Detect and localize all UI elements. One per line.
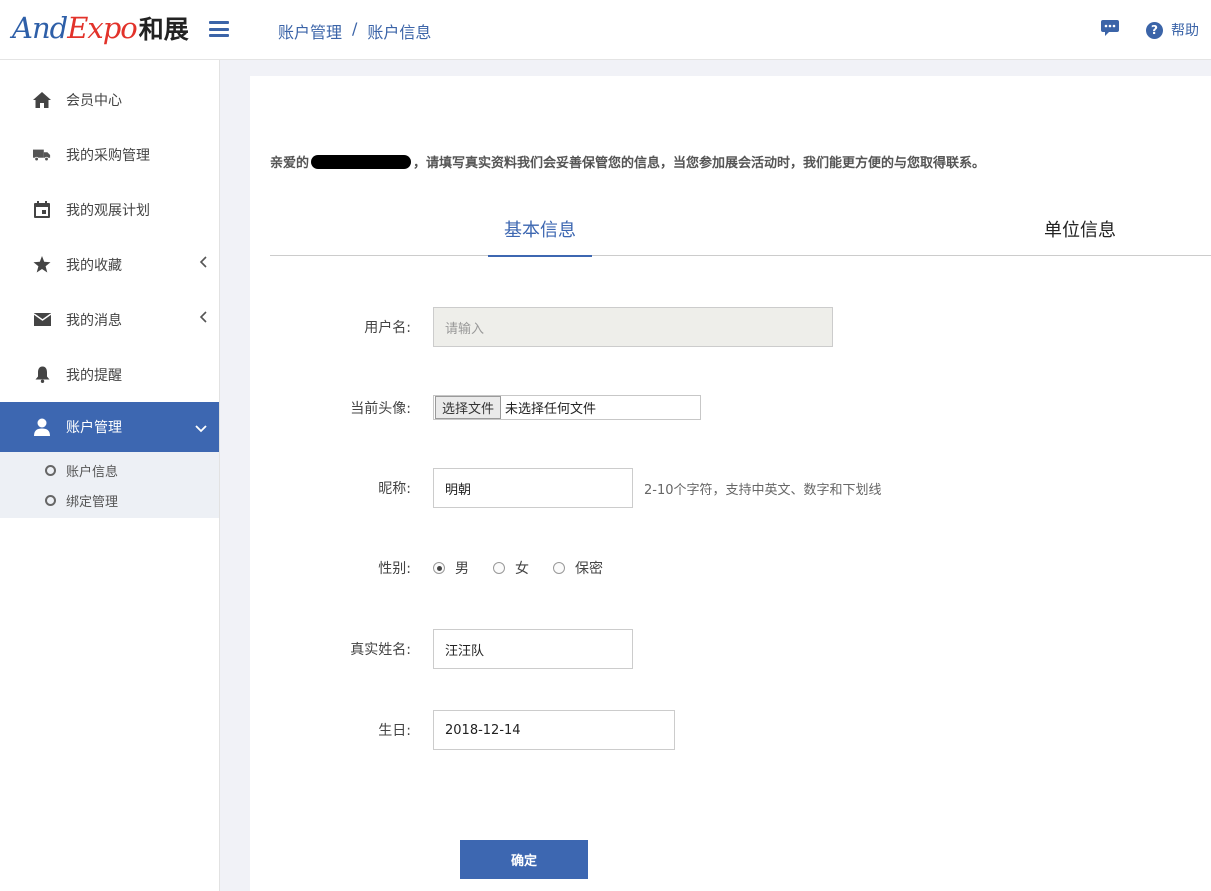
nickname-row: 昵称: 明朝 2-10个字符，支持中英文、数字和下划线 <box>250 468 882 508</box>
sidebar-item-reminders[interactable]: 我的提醒 <box>0 347 219 402</box>
gender-radio-secret[interactable]: 保密 <box>553 558 603 578</box>
redacted-username <box>311 154 412 169</box>
realname-input[interactable]: 汪汪队 <box>433 629 633 669</box>
star-icon <box>33 256 51 274</box>
radio-icon <box>493 562 505 574</box>
chevron-left-icon <box>199 256 207 272</box>
logo-and: And <box>12 11 68 45</box>
gender-radio-male[interactable]: 男 <box>433 558 469 578</box>
radio-label: 男 <box>455 561 469 577</box>
truck-icon <box>33 146 51 164</box>
sidebar-item-member-center[interactable]: 会员中心 <box>0 72 219 127</box>
sidebar: 会员中心 我的采购管理 我的观展计划 我的收藏 我的消息 我的提醒 账户管理 账… <box>0 60 220 891</box>
header-actions: ? 帮助 <box>1100 19 1199 41</box>
sidebar-item-label: 账户管理 <box>66 420 122 436</box>
breadcrumb-account-management[interactable]: 账户管理 <box>278 19 342 43</box>
circle-icon <box>45 494 56 506</box>
logo-expo: Expo <box>67 11 138 45</box>
radio-selected-icon <box>433 562 445 574</box>
sidebar-item-label: 会员中心 <box>66 92 122 109</box>
top-header: And Expo 和展 账户管理 / 账户信息 ? 帮助 <box>0 0 1211 60</box>
sidebar-subitem-account-info[interactable]: 账户信息 <box>0 455 219 485</box>
sidebar-item-label: 我的采购管理 <box>66 147 150 164</box>
avatar-file-input[interactable]: 选择文件 未选择任何文件 <box>433 395 701 420</box>
nickname-label: 昵称: <box>378 481 411 497</box>
birthday-row: 生日: 2018-12-14 <box>250 710 675 750</box>
andexpo-logo[interactable]: And Expo 和展 <box>12 10 189 50</box>
chevron-down-icon <box>195 421 207 437</box>
sidebar-subitem-binding[interactable]: 绑定管理 <box>0 485 219 515</box>
sidebar-item-messages[interactable]: 我的消息 <box>0 292 219 347</box>
help-label: 帮助 <box>1171 23 1199 39</box>
username-row: 用户名: 请输入 <box>250 307 833 347</box>
hamburger-icon[interactable] <box>209 21 229 37</box>
radio-label: 女 <box>515 561 529 577</box>
avatar-label: 当前头像: <box>350 400 411 417</box>
account-submenu: 账户信息 绑定管理 <box>0 452 219 518</box>
tab-company-info[interactable]: 单位信息 <box>1044 216 1116 242</box>
realname-row: 真实姓名: 汪汪队 <box>250 629 633 669</box>
greeting-suffix: ，请填写真实资料我们会妥善保管您的信息，当您参加展会活动时，我们能更方便的与您取… <box>413 156 986 171</box>
choose-file-button[interactable]: 选择文件 <box>435 396 502 419</box>
breadcrumb-separator: / <box>352 19 358 38</box>
calendar-icon <box>33 201 51 219</box>
sidebar-item-label: 我的提醒 <box>66 367 122 384</box>
gender-radio-female[interactable]: 女 <box>493 558 529 578</box>
greeting-prefix: 亲爱的 <box>270 156 310 171</box>
gender-label: 性别: <box>378 561 411 577</box>
main-panel: 亲爱的 ，请填写真实资料我们会妥善保管您的信息，当您参加展会活动时，我们能更方便… <box>250 76 1211 891</box>
nickname-input[interactable]: 明朝 <box>433 468 633 508</box>
radio-label: 保密 <box>575 561 603 577</box>
sidebar-item-label: 我的收藏 <box>66 257 122 274</box>
tab-basic-info[interactable]: 基本信息 <box>488 216 592 257</box>
logo-cn: 和展 <box>138 15 189 44</box>
sidebar-item-label: 我的消息 <box>66 312 122 329</box>
sidebar-item-procurement[interactable]: 我的采购管理 <box>0 127 219 182</box>
breadcrumb: 账户管理 / 账户信息 <box>278 19 431 43</box>
confirm-button[interactable]: 确定 <box>460 840 588 879</box>
realname-label: 真实姓名: <box>350 642 411 658</box>
gender-radio-group: 男 女 保密 <box>433 558 627 578</box>
question-circle-icon: ? <box>1146 21 1163 39</box>
radio-icon <box>553 562 565 574</box>
bell-icon <box>33 366 51 384</box>
birthday-label: 生日: <box>378 723 411 739</box>
tab-bar: 基本信息 单位信息 <box>270 206 1211 257</box>
envelope-icon <box>33 311 51 329</box>
home-icon <box>33 91 51 109</box>
sidebar-item-favorites[interactable]: 我的收藏 <box>0 237 219 292</box>
sidebar-subitem-label: 账户信息 <box>66 464 119 480</box>
avatar-row: 当前头像: 选择文件 未选择任何文件 <box>250 395 701 420</box>
sidebar-item-visit-plan[interactable]: 我的观展计划 <box>0 182 219 237</box>
greeting-text: 亲爱的 ，请填写真实资料我们会妥善保管您的信息，当您参加展会活动时，我们能更方便… <box>270 152 985 171</box>
username-label: 用户名: <box>364 320 411 336</box>
gender-row: 性别: 男 女 保密 <box>250 558 627 578</box>
file-status: 未选择任何文件 <box>505 402 597 417</box>
user-icon <box>33 418 51 436</box>
birthday-input[interactable]: 2018-12-14 <box>433 710 675 750</box>
sidebar-item-account-management[interactable]: 账户管理 <box>0 402 219 452</box>
username-input[interactable]: 请输入 <box>433 307 833 347</box>
circle-icon <box>45 464 56 476</box>
breadcrumb-account-info: 账户信息 <box>367 23 432 42</box>
chevron-left-icon <box>199 311 207 327</box>
sidebar-item-label: 我的观展计划 <box>66 202 150 219</box>
nickname-hint: 2-10个字符，支持中英文、数字和下划线 <box>644 482 882 498</box>
chat-icon[interactable] <box>1100 19 1120 41</box>
sidebar-subitem-label: 绑定管理 <box>66 494 119 510</box>
help-link[interactable]: ? 帮助 <box>1146 20 1199 40</box>
